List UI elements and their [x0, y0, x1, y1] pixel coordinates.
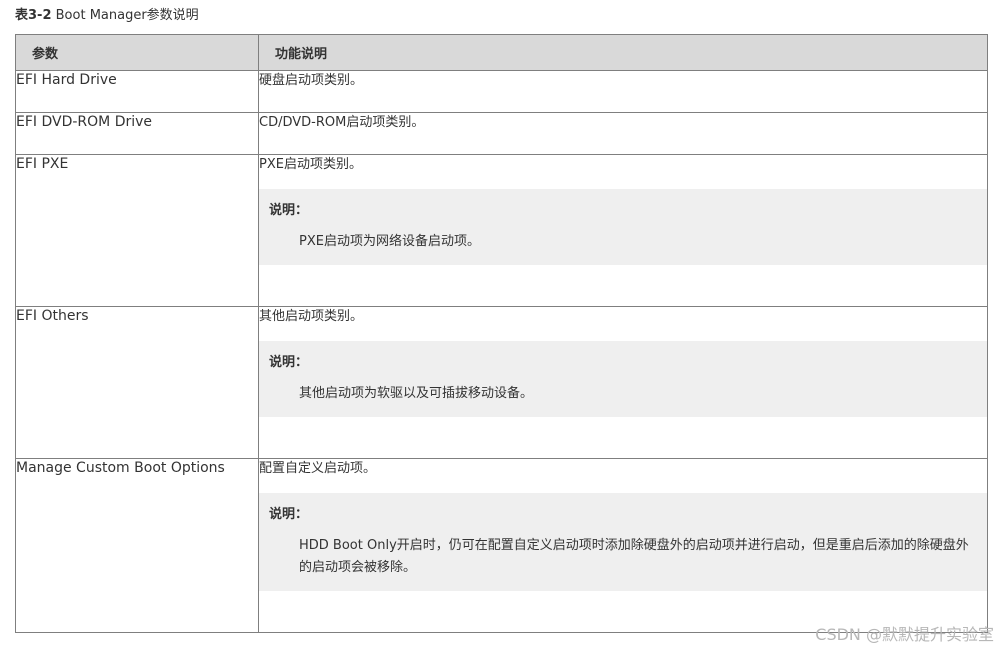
note-body: 其他启动项为软驱以及可插拔移动设备。	[299, 386, 534, 401]
note-body: PXE启动项为网络设备启动项。	[299, 234, 480, 249]
param-cell: EFI Others	[15, 306, 259, 459]
param-cell: EFI Hard Drive	[15, 70, 259, 113]
desc-text: 配置自定义启动项。	[259, 461, 377, 476]
table-caption: 表3-2 Boot Manager参数说明	[15, 6, 199, 26]
note-title: 说明：	[269, 203, 309, 218]
desc-text: 硬盘启动项类别。	[259, 73, 364, 88]
table-header-row: 参数 功能说明	[15, 34, 988, 71]
header-parameter: 参数	[15, 34, 259, 71]
desc-cell: 硬盘启动项类别。	[258, 70, 988, 113]
param-cell: EFI PXE	[15, 154, 259, 307]
desc-cell: PXE启动项类别。 说明： PXE启动项为网络设备启动项。	[258, 154, 988, 307]
table-row: EFI Others 其他启动项类别。 说明： 其他启动项为软驱以及可插拔移动设…	[15, 306, 988, 459]
desc-text: 其他启动项类别。	[259, 309, 364, 324]
desc-cell: 其他启动项类别。 说明： 其他启动项为软驱以及可插拔移动设备。	[258, 306, 988, 459]
desc-text: CD/DVD-ROM启动项类别。	[259, 115, 425, 130]
table-title: Boot Manager参数说明	[51, 8, 199, 23]
param-cell: Manage Custom Boot Options	[15, 458, 259, 633]
boot-manager-parameter-table: 参数 功能说明 EFI Hard Drive 硬盘启动项类别。 EFI DVD-…	[15, 34, 988, 633]
table-row: EFI Hard Drive 硬盘启动项类别。	[15, 70, 988, 113]
table-number: 表3-2	[15, 8, 52, 23]
note-title: 说明：	[269, 507, 309, 522]
watermark: CSDN @默默提升实验室	[815, 625, 994, 644]
desc-cell: CD/DVD-ROM启动项类别。	[258, 112, 988, 155]
table-row: EFI PXE PXE启动项类别。 说明： PXE启动项为网络设备启动项。	[15, 154, 988, 307]
note-body: HDD Boot Only开启时，仍可在配置自定义启动项时添加除硬盘外的启动项并…	[299, 538, 969, 575]
desc-cell: 配置自定义启动项。 说明： HDD Boot Only开启时，仍可在配置自定义启…	[258, 458, 988, 633]
note-box: 说明： HDD Boot Only开启时，仍可在配置自定义启动项时添加除硬盘外的…	[259, 493, 987, 591]
note-title: 说明：	[269, 355, 309, 370]
header-description: 功能说明	[258, 34, 988, 71]
note-box: 说明： PXE启动项为网络设备启动项。	[259, 189, 987, 265]
table-row: Manage Custom Boot Options 配置自定义启动项。 说明：…	[15, 458, 988, 633]
param-cell: EFI DVD-ROM Drive	[15, 112, 259, 155]
table-row: EFI DVD-ROM Drive CD/DVD-ROM启动项类别。	[15, 112, 988, 155]
desc-text: PXE启动项类别。	[259, 157, 362, 172]
note-box: 说明： 其他启动项为软驱以及可插拔移动设备。	[259, 341, 987, 417]
